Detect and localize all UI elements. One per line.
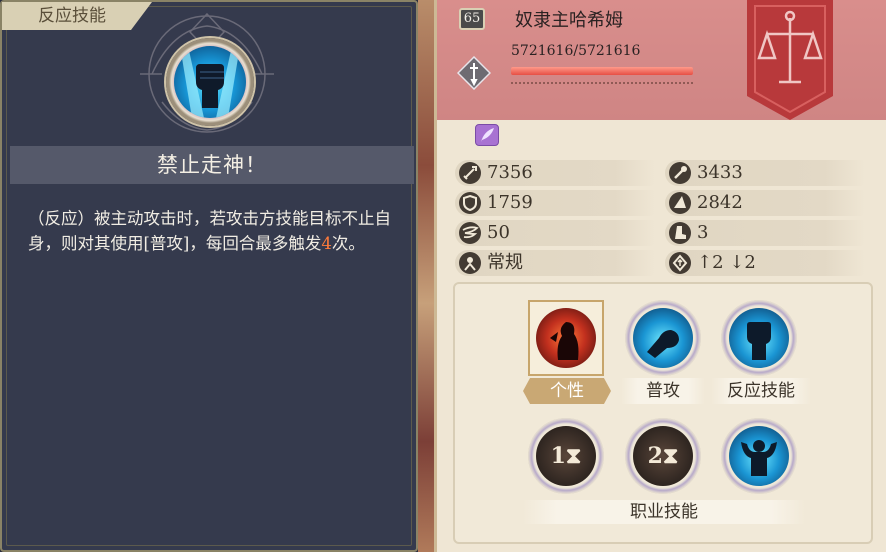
- skill-detail-panel: 反应技能 禁止走神！ （反应）被主动攻击时，若攻击方技能目标不止自身，则对其使用…: [0, 0, 418, 552]
- reaction-skill-icon: [166, 38, 254, 126]
- skill-category-label: 反应技能: [38, 6, 106, 26]
- unit-name: 奴隶主哈希姆: [515, 10, 623, 31]
- wing-icon: [459, 222, 481, 244]
- stat-defense: 1759: [455, 190, 655, 216]
- stat-value: 7356: [487, 162, 533, 183]
- class-skill-2-icon: 2⧗: [633, 426, 693, 486]
- raised-fist-icon: [729, 308, 789, 368]
- stat-height: ↑2 ↓2: [665, 250, 865, 276]
- hp-segment-markers: [511, 78, 693, 84]
- wand-icon: [669, 162, 691, 184]
- skill-description-suffix: 次。: [331, 234, 365, 253]
- punch-icon: [633, 308, 693, 368]
- trait-skill-icon: [536, 308, 596, 368]
- stat-movement: 3: [665, 220, 865, 246]
- sword-diamond-icon[interactable]: [457, 56, 491, 90]
- stat-value: 50: [487, 222, 510, 243]
- stat-attack: 7356: [455, 160, 655, 186]
- class-skill-slot-2[interactable]: 2⧗: [625, 418, 701, 494]
- class-skill-slot-1[interactable]: 1⧗: [528, 418, 604, 494]
- wizard-hat-icon: [669, 192, 691, 214]
- hp-readout: 5721616/5721616: [511, 43, 641, 59]
- hp-bar-fill: [511, 67, 693, 75]
- flex-arms-icon: [729, 426, 789, 486]
- scales-crest-icon: [747, 0, 833, 120]
- unit-info-panel: 65 奴隶主哈希姆 5721616/5721616 7356 3433 1759…: [434, 0, 886, 552]
- reaction-skill-label[interactable]: 反应技能: [711, 378, 811, 404]
- stat-value: 1759: [487, 192, 533, 213]
- feather-icon[interactable]: [475, 124, 499, 146]
- stat-value: ↑2 ↓2: [697, 252, 756, 273]
- class-skill-1-icon: 1⧗: [536, 426, 596, 486]
- shield-icon: [459, 192, 481, 214]
- hp-bar: [511, 67, 693, 75]
- hourglass-icon: ⧗: [662, 443, 679, 469]
- raised-fist-icon: [180, 46, 240, 118]
- stat-magic-attack: 3433: [665, 160, 865, 186]
- attack-skill-label[interactable]: 普攻: [621, 378, 705, 404]
- class-skill-slot-3[interactable]: [721, 418, 797, 494]
- stat-value: 3433: [697, 162, 743, 183]
- cooldown-counter: 2⧗: [647, 443, 679, 469]
- stat-magic-defense: 2842: [665, 190, 865, 216]
- stat-value: 常规: [487, 252, 523, 273]
- level-badge: 65: [459, 8, 485, 30]
- trigger-count: 4: [321, 234, 332, 253]
- unit-header: 65 奴隶主哈希姆 5721616/5721616: [437, 0, 886, 120]
- hourglass-icon: ⧗: [565, 443, 582, 469]
- attack-skill-slot[interactable]: [625, 300, 701, 376]
- stat-value: 2842: [697, 192, 743, 213]
- stat-speed: 50: [455, 220, 655, 246]
- stat-terrain: 常规: [455, 250, 655, 276]
- trait-skill-label[interactable]: 个性: [523, 378, 611, 404]
- boot-icon: [669, 222, 691, 244]
- skill-category-tab: 反应技能: [2, 2, 152, 30]
- sword-icon: [459, 162, 481, 184]
- stat-value: 3: [697, 222, 709, 243]
- cooldown-counter: 1⧗: [550, 443, 582, 469]
- class-skills-label: 职业技能: [523, 500, 805, 524]
- trait-skill-slot[interactable]: [528, 300, 604, 376]
- skill-description: （反应）被主动攻击时，若攻击方技能目标不止自身，则对其使用[普攻]，每回合最多触…: [28, 206, 400, 256]
- skills-section: 个性 普攻 反应技能 1⧗ 2⧗ 职业技能: [453, 282, 873, 544]
- map-background-strip: [418, 0, 434, 552]
- terrain-icon: [459, 252, 481, 274]
- skill-title: 禁止走神！: [10, 146, 414, 184]
- height-icon: [669, 252, 691, 274]
- reaction-skill-slot[interactable]: [721, 300, 797, 376]
